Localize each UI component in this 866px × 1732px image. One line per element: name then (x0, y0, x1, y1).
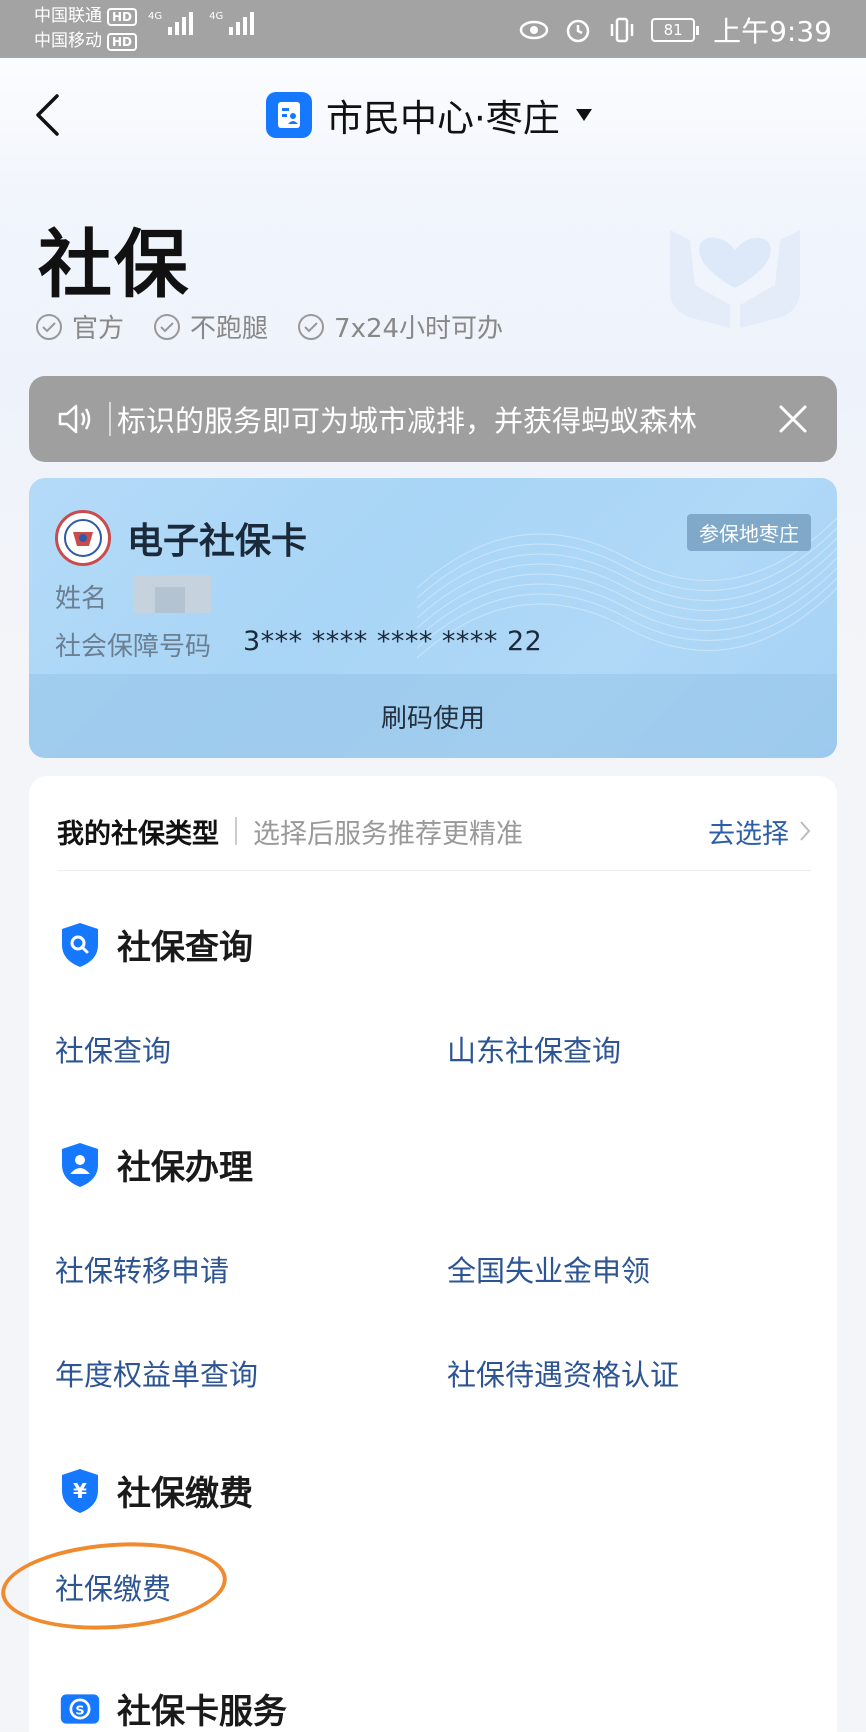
shield-search-icon (59, 921, 101, 969)
svg-text:¥: ¥ (73, 1479, 87, 1503)
check-circle-icon (36, 313, 62, 340)
network-type-2: 4G (209, 11, 224, 22)
eye-icon (519, 15, 549, 45)
carrier-name-1: 中国联通 (34, 6, 102, 26)
section-title: 社保查询 (117, 928, 253, 968)
notice-text: 标识的服务即可为城市减排，并获得蚂蚁森林 (117, 404, 698, 438)
service-badges: 官方 不跑腿 7x24小时可办 (36, 308, 503, 345)
insured-location-tag: 参保地枣庄 (687, 514, 811, 551)
section-card-header: S 社保卡服务 (59, 1684, 287, 1732)
back-button[interactable] (34, 90, 74, 140)
choose-type-button[interactable]: 去选择 (708, 812, 811, 851)
social-security-logo-icon (55, 510, 111, 566)
choose-type-label: 去选择 (708, 818, 789, 850)
section-pay-header: ¥ 社保缴费 (59, 1466, 253, 1515)
ss-number-value: 3*** **** **** **** 22 (243, 626, 543, 657)
hands-heart-icon (670, 230, 800, 328)
page-title: 社保 (38, 222, 190, 308)
battery-level: 81 (651, 18, 696, 42)
speaker-icon (55, 399, 95, 439)
section-handle-header: 社保办理 (59, 1140, 253, 1189)
link-unemployment-benefit[interactable]: 全国失业金申领 (447, 1248, 650, 1290)
check-circle-icon (298, 313, 325, 340)
name-label: 姓名 (55, 584, 108, 614)
caret-down-icon (575, 109, 592, 121)
battery-icon: 81 (651, 18, 700, 42)
section-title: 社保办理 (117, 1148, 253, 1188)
link-ss-transfer[interactable]: 社保转移申请 (55, 1248, 229, 1290)
ss-type-row[interactable]: 我的社保类型 选择后服务推荐更精准 去选择 (57, 806, 811, 856)
card-service-icon: S (59, 1685, 101, 1732)
signal-icon: 4G (148, 11, 194, 35)
chevron-right-icon (800, 821, 811, 841)
badge-official: 官方 (36, 308, 124, 345)
shield-user-icon (59, 1141, 101, 1189)
check-circle-icon (154, 313, 181, 340)
city-switcher[interactable]: 市民中心·枣庄 (266, 90, 592, 140)
close-icon[interactable] (773, 399, 813, 439)
badge-no-errand: 不跑腿 (154, 308, 268, 345)
carrier-info: 中国联通 HD 中国移动 HD (34, 4, 138, 54)
signal-icon: 4G (209, 11, 255, 35)
section-query-header: 社保查询 (59, 920, 253, 969)
badge-label: 不跑腿 (190, 314, 269, 344)
link-ss-query[interactable]: 社保查询 (55, 1028, 171, 1070)
shield-yuan-icon: ¥ (59, 1467, 101, 1515)
masked-name (133, 575, 211, 613)
card-title: 电子社保卡 (127, 521, 308, 562)
clock: 上午9:39 (713, 15, 832, 48)
link-shandong-ss-query[interactable]: 山东社保查询 (447, 1028, 621, 1070)
section-title: 社保缴费 (117, 1474, 253, 1514)
alarm-icon (563, 15, 593, 45)
nav-title: 市民中心·枣庄 (326, 97, 560, 140)
link-annual-statement[interactable]: 年度权益单查询 (55, 1352, 258, 1394)
e-social-security-card[interactable]: 电子社保卡 参保地枣庄 姓名 社会保障号码 3*** **** **** ***… (29, 478, 837, 758)
signal-indicators: 4G 4G (148, 11, 255, 35)
ss-type-hint: 选择后服务推荐更精准 (253, 818, 523, 850)
section-title: 社保卡服务 (117, 1692, 287, 1732)
network-type-1: 4G (148, 11, 163, 22)
badge-label: 官方 (72, 314, 125, 344)
vibrate-icon (607, 15, 637, 45)
hd-badge-2: HD (107, 32, 138, 51)
badge-24h: 7x24小时可办 (298, 308, 503, 345)
ss-type-label: 我的社保类型 (57, 818, 219, 850)
citizen-center-logo-icon (266, 92, 312, 138)
svg-text:S: S (75, 1703, 84, 1718)
chevron-left-icon (36, 94, 59, 136)
carrier-name-2: 中国移动 (34, 31, 102, 51)
ss-number-label: 社会保障号码 (55, 632, 212, 662)
hd-badge-1: HD (107, 7, 138, 26)
notice-bar[interactable]: 标识的服务即可为城市减排，并获得蚂蚁森林 (29, 376, 837, 462)
badge-label: 7x24小时可办 (334, 314, 504, 344)
scan-code-button[interactable]: 刷码使用 (29, 674, 837, 758)
status-bar: 中国联通 HD 中国移动 HD 4G 4G 81 上午9:39 (0, 0, 866, 58)
link-benefit-qualification[interactable]: 社保待遇资格认证 (447, 1352, 679, 1394)
